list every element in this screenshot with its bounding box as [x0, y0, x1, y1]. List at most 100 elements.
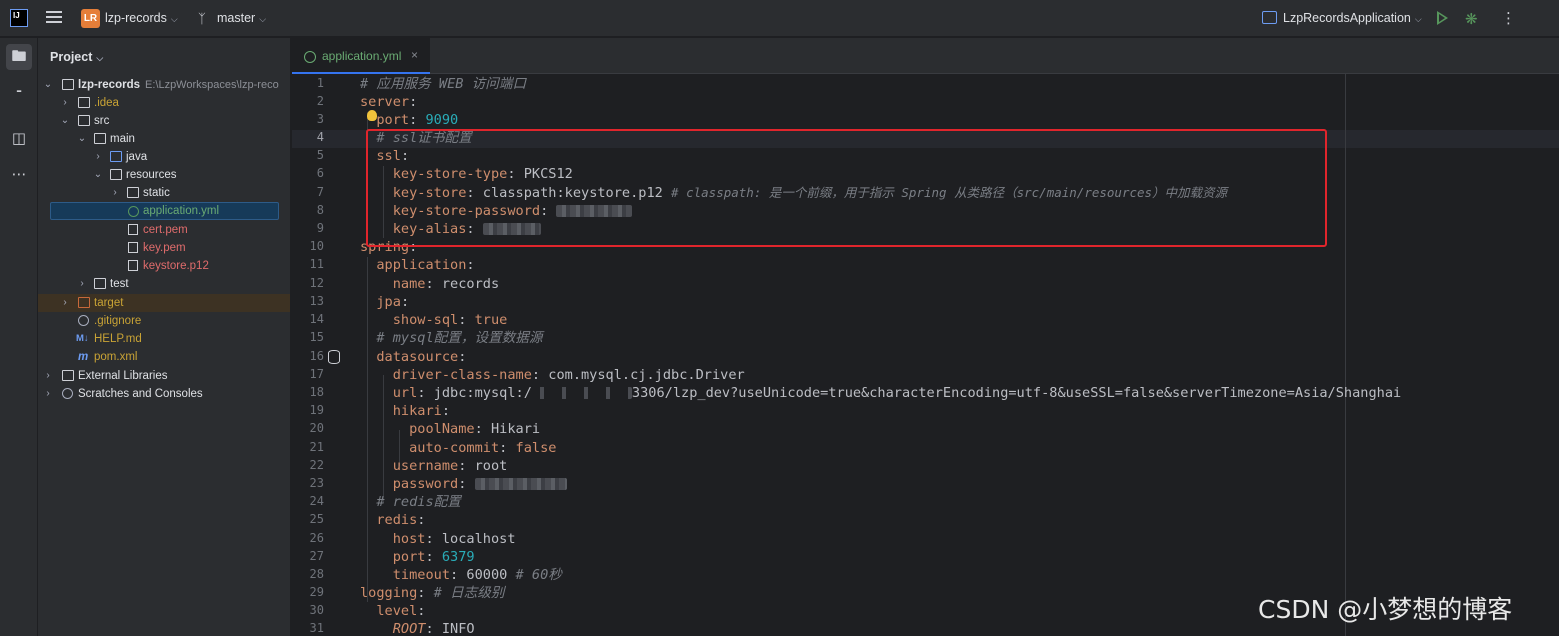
project-panel-title[interactable]: Project ⌵ [50, 50, 103, 64]
code-line: timeout: 60000 # 60秒 [392, 567, 562, 583]
tree-item-external-libraries[interactable]: › External Libraries [38, 367, 290, 385]
yaml-key: driver-class-name [392, 367, 532, 383]
git-branch-icon: ᛉ [198, 11, 206, 26]
redacted-value [474, 478, 567, 490]
tree-item-static[interactable]: › static [38, 184, 290, 202]
expand-arrow-icon[interactable]: › [59, 94, 71, 112]
line-number: 16 [309, 349, 324, 363]
editor-area: application.yml × 1 2 3 4 5 6 7 8 9 10 1… [292, 38, 1559, 636]
intention-bulb-icon[interactable] [367, 110, 377, 121]
expand-arrow-icon[interactable]: › [59, 294, 71, 312]
tab-application-yml[interactable]: application.yml × [292, 38, 430, 74]
yaml-key: logging [360, 585, 418, 601]
yaml-key: poolName [409, 421, 475, 437]
run-icon[interactable] [1437, 11, 1448, 25]
branch-switcher[interactable]: master ⌵ [217, 11, 266, 25]
tree-item-test[interactable]: › test [38, 275, 290, 293]
comment: # mysql配置，设置数据源 [376, 330, 543, 346]
expand-arrow-icon[interactable]: ⌄ [59, 112, 71, 130]
line-number: 27 [309, 549, 324, 563]
tree-item-java[interactable]: › java [38, 148, 290, 166]
more-actions-icon[interactable]: ⋮ [1501, 9, 1516, 27]
code-line: username: root [392, 458, 508, 474]
code-line: ROOT: INFO [392, 621, 475, 636]
intellij-logo-icon[interactable]: IJ [10, 9, 28, 27]
expand-arrow-icon[interactable]: ⌄ [42, 76, 54, 94]
yaml-value: com.mysql.cj.jdbc.Driver [548, 367, 745, 383]
project-switcher[interactable]: lzp-records ⌵ [105, 11, 178, 25]
tree-item-resources[interactable]: ⌄ resources [38, 166, 290, 184]
commit-tool-icon[interactable]: ⁃ [6, 80, 32, 106]
tree-item-label: pom.xml [94, 351, 138, 363]
expand-arrow-icon[interactable]: ⌄ [76, 130, 88, 148]
tree-item-label: Scratches and Consoles [78, 388, 203, 400]
line-number: 1 [316, 76, 324, 90]
line-number: 28 [309, 567, 324, 581]
run-config-icon [1262, 11, 1277, 24]
code-line: application: [376, 257, 475, 273]
tree-item-cert-pem[interactable]: cert.pem [38, 221, 290, 239]
project-tool-icon[interactable]: 🖿 [6, 44, 32, 70]
comment: # 60秒 [515, 567, 562, 583]
expand-arrow-icon[interactable]: › [76, 275, 88, 293]
yaml-value: 60000 [466, 567, 508, 583]
expand-arrow-icon[interactable]: ⌄ [92, 166, 104, 184]
more-tools-icon[interactable]: ⋯ [6, 162, 32, 188]
line-number: 19 [309, 403, 324, 417]
tree-item-application-yml[interactable]: application.yml [50, 202, 279, 220]
yaml-file-icon [304, 51, 316, 63]
yaml-value: 9090 [425, 112, 459, 128]
code-line: name: records [392, 276, 500, 292]
project-badge[interactable]: LR [81, 9, 100, 28]
yaml-key: port [376, 112, 410, 128]
code-line: host: localhost [392, 531, 516, 547]
run-config-selector[interactable]: LzpRecordsApplication ⌵ [1283, 11, 1422, 25]
line-number: 25 [309, 512, 324, 526]
yaml-key: application [376, 257, 467, 273]
close-icon[interactable]: × [411, 48, 418, 62]
run-config-name: LzpRecordsApplication [1283, 11, 1411, 25]
expand-arrow-icon[interactable]: › [92, 148, 104, 166]
line-number: 9 [316, 221, 324, 235]
right-margin-guide [1345, 74, 1346, 636]
tree-item-lzp-records[interactable]: ⌄ lzp-records E:\LzpWorkspaces\lzp-reco [38, 76, 290, 94]
yaml-key: name [392, 276, 426, 292]
yaml-value: 3306/lzp_dev?useUnicode=true&characterEn… [631, 385, 1402, 401]
expand-arrow-icon[interactable]: › [42, 385, 54, 403]
tree-item-label: HELP.md [94, 333, 142, 345]
code-line: # redis配置 [360, 493, 460, 511]
tree-item-target[interactable]: › target [38, 294, 290, 312]
tree-item-main[interactable]: ⌄ main [38, 130, 290, 148]
tree-item-keystore-p12[interactable]: keystore.p12 [38, 257, 290, 275]
line-number: 21 [309, 440, 324, 454]
database-icon[interactable] [328, 350, 340, 364]
tree-item-src[interactable]: ⌄ src [38, 112, 290, 130]
line-number: 10 [309, 239, 324, 253]
project-panel: Project ⌵ ⌄ lzp-records E:\LzpWorkspaces\… [38, 38, 291, 636]
annotation-highlight-box [366, 129, 1327, 247]
code-line: logging: # 日志级别 [360, 585, 505, 601]
code-line: poolName: Hikari [409, 421, 541, 437]
tree-item-key-pem[interactable]: key.pem [38, 239, 290, 257]
main-menu-icon[interactable] [46, 11, 62, 25]
text-file-icon [128, 242, 138, 253]
structure-tool-icon[interactable]: ◫ [6, 126, 32, 152]
yaml-key: show-sql [392, 312, 459, 328]
tree-item-scratches[interactable]: › Scratches and Consoles [38, 385, 290, 403]
expand-arrow-icon[interactable]: › [42, 367, 54, 385]
line-number: 20 [309, 421, 324, 435]
line-number: 8 [316, 203, 324, 217]
unknown-file-icon [128, 260, 138, 271]
tree-item-idea[interactable]: › .idea [38, 94, 290, 112]
expand-arrow-icon[interactable]: › [109, 184, 121, 202]
yaml-value: 6379 [441, 549, 475, 565]
yaml-value: true [474, 312, 508, 328]
tree-item-gitignore[interactable]: .gitignore [38, 312, 290, 330]
yaml-key: datasource [376, 349, 459, 365]
folder-icon [94, 133, 106, 144]
tree-item-help-md[interactable]: M↓ HELP.md [38, 330, 290, 348]
branch-name: master [217, 11, 256, 25]
tree-item-label: test [110, 278, 129, 290]
tree-item-pom-xml[interactable]: m pom.xml [38, 348, 290, 366]
debug-icon[interactable]: ❋ [1465, 10, 1478, 28]
